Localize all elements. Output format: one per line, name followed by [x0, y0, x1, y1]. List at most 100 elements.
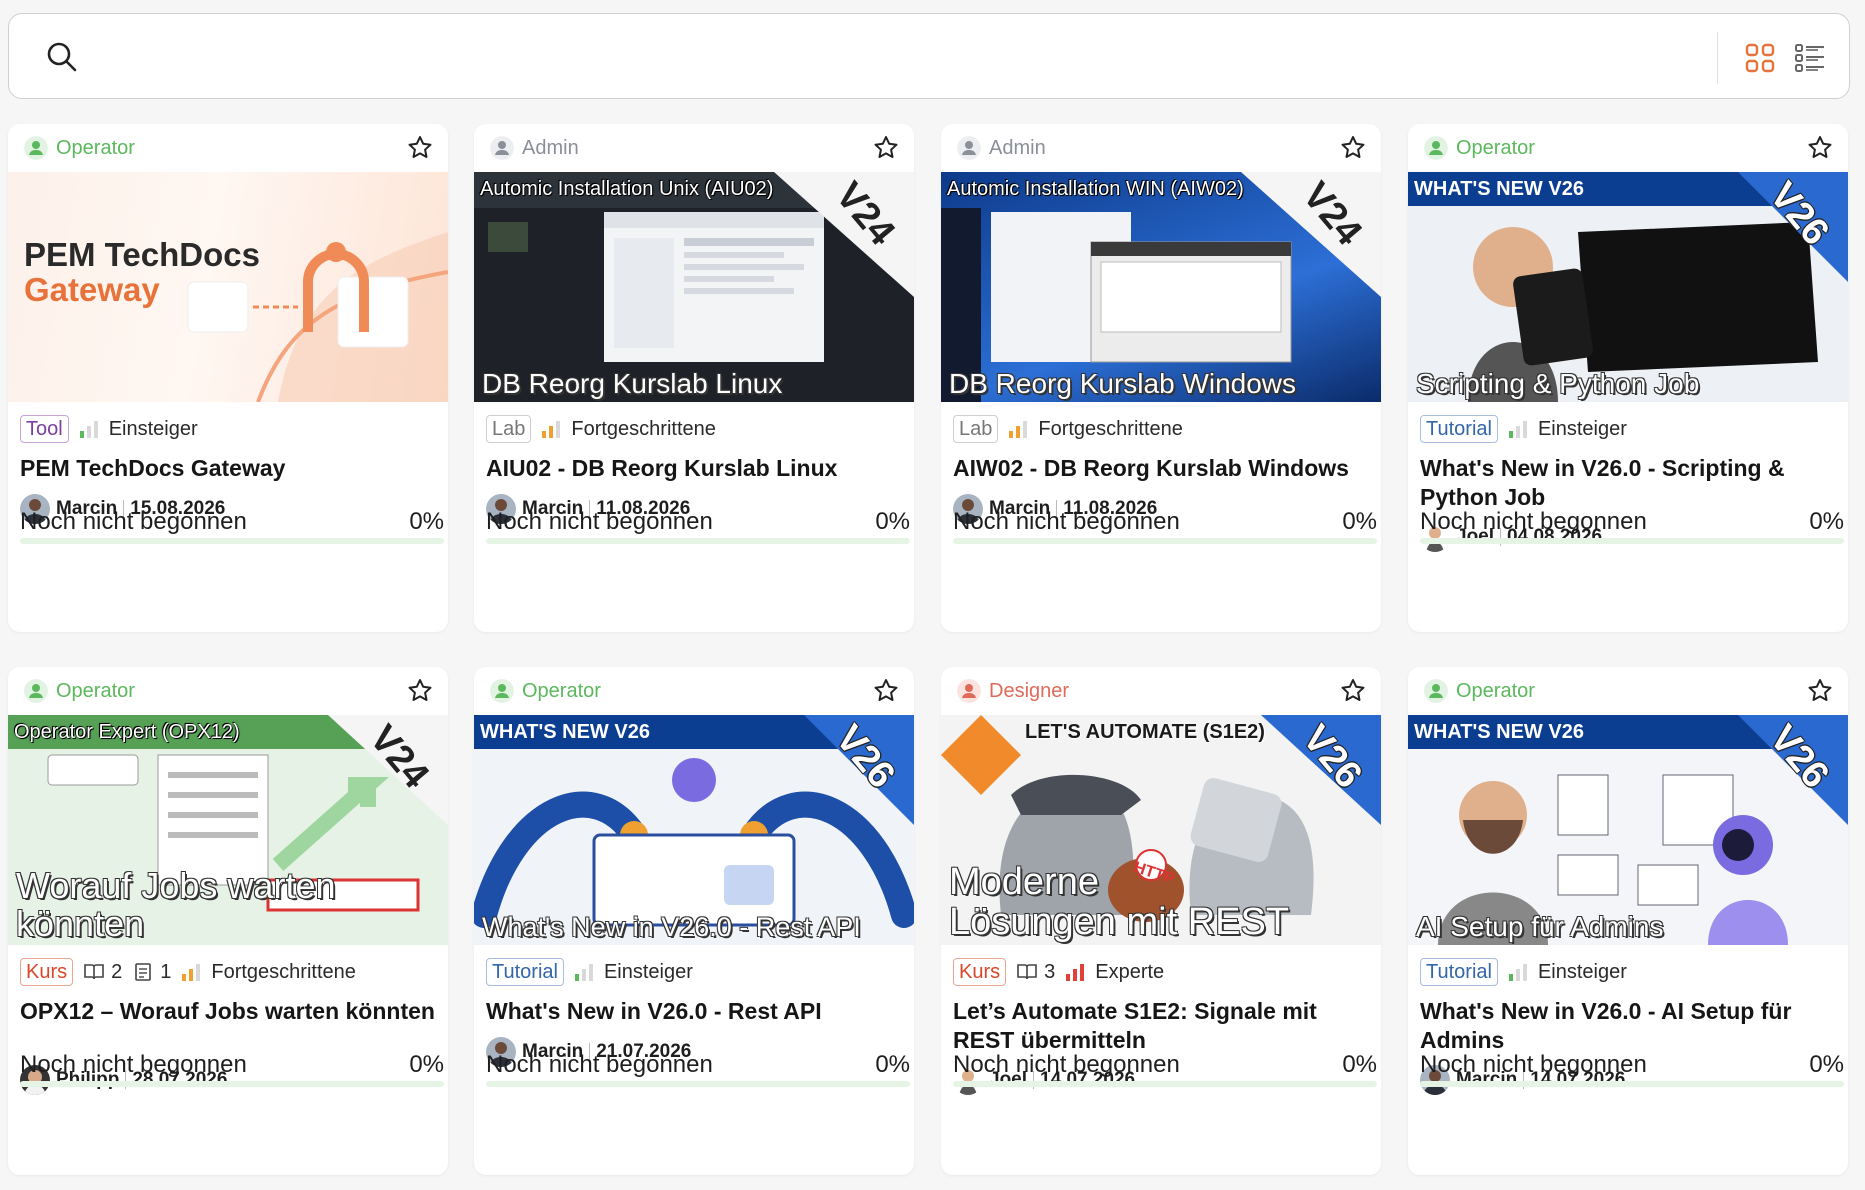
card-title[interactable]: What's New in V26.0 - Rest API	[486, 997, 906, 1026]
thumbnail-top-text: WHAT'S NEW V26	[1414, 178, 1584, 200]
favorite-star-icon[interactable]	[1339, 134, 1367, 162]
course-card[interactable]: Operator PEM TechDocs Gateway Tool Einst…	[8, 124, 448, 632]
thumbnail-top-text: WHAT'S NEW V26	[1414, 721, 1584, 743]
level-bars-icon	[1009, 421, 1028, 438]
card-title[interactable]: AIW02 - DB Reorg Kurslab Windows	[953, 454, 1373, 483]
level-bars-icon	[1508, 421, 1527, 438]
level-bars-icon	[1508, 964, 1527, 981]
progress-status: Noch nicht begonnen	[486, 1051, 713, 1078]
user-role-icon	[490, 679, 514, 703]
type-badge: Lab	[486, 415, 532, 443]
role-label: Admin	[522, 137, 579, 159]
thumbnail-top-text: LET'S AUTOMATE (S1E2)	[1025, 721, 1265, 743]
role-label: Operator	[522, 680, 601, 702]
level-bars-icon	[574, 964, 593, 981]
card-title[interactable]: PEM TechDocs Gateway	[20, 454, 440, 483]
card-meta: Lab Fortgeschrittene	[953, 414, 1183, 444]
user-role-icon	[1424, 136, 1448, 160]
card-meta: Tool Einsteiger	[20, 414, 198, 444]
thumbnail-bottom-text: Scripting & Python Job	[1416, 367, 1700, 399]
course-thumbnail[interactable]: WHAT'S NEW V26 V26 What's New in V26.0 -…	[474, 715, 914, 945]
favorite-star-icon[interactable]	[872, 677, 900, 705]
course-thumbnail[interactable]: Automic Installation Unix (AIU02) V24 DB…	[474, 172, 914, 402]
user-role-icon	[24, 136, 48, 160]
type-badge: Kurs	[953, 958, 1007, 986]
type-badge: Tool	[20, 415, 69, 443]
thumbnail-bottom-text: DB Reorg Kurslab Linux	[482, 367, 783, 399]
role-label: Admin	[989, 137, 1046, 159]
progress-percent: 0%	[409, 1051, 444, 1078]
course-card[interactable]: Operator Operator Expert (OPX12) V24 Wor…	[8, 667, 448, 1175]
level-label: Fortgeschrittene	[1038, 417, 1183, 440]
user-role-icon	[957, 679, 981, 703]
course-thumbnail[interactable]: Automic Installation WIN (AIW02) V24 DB …	[941, 172, 1381, 402]
progress-status: Noch nicht begonnen	[1420, 1051, 1647, 1078]
favorite-star-icon[interactable]	[1806, 134, 1834, 162]
course-card[interactable]: Designer LET'S AUTOMATE (S1E2) V26 HTTP …	[941, 667, 1381, 1175]
card-title[interactable]: AIU02 - DB Reorg Kurslab Linux	[486, 454, 906, 483]
card-title[interactable]: What's New in V26.0 - Scripting & Python…	[1420, 454, 1840, 512]
progress-bar	[953, 1081, 1377, 1087]
favorite-star-icon[interactable]	[1806, 677, 1834, 705]
favorite-star-icon[interactable]	[406, 134, 434, 162]
course-thumbnail[interactable]: Operator Expert (OPX12) V24 Worauf Jobs …	[8, 715, 448, 945]
user-role-icon	[1424, 679, 1448, 703]
card-meta: Tutorial Einsteiger	[1420, 414, 1627, 444]
type-badge: Tutorial	[1420, 415, 1498, 443]
role-label: Operator	[1456, 680, 1535, 702]
course-card[interactable]: Admin Automic Installation Unix (AIU02) …	[474, 124, 914, 632]
course-card[interactable]: Operator WHAT'S NEW V26 V26 AI Setup für…	[1408, 667, 1848, 1175]
thumbnail-title: PEM TechDocs Gateway	[24, 236, 260, 308]
card-header: Admin	[941, 124, 1381, 172]
course-thumbnail[interactable]: WHAT'S NEW V26 V26 AI Setup für Admins	[1408, 715, 1848, 945]
progress-percent: 0%	[875, 508, 910, 535]
card-header: Operator	[8, 667, 448, 715]
progress-bar	[1420, 538, 1844, 544]
favorite-star-icon[interactable]	[1339, 677, 1367, 705]
progress-bar	[953, 538, 1377, 544]
progress-percent: 0%	[1809, 1051, 1844, 1078]
card-meta: Tutorial Einsteiger	[1420, 957, 1627, 987]
course-card[interactable]: Operator WHAT'S NEW V26 V26 Scripting & …	[1408, 124, 1848, 632]
progress-row: Noch nicht begonnen 0%	[486, 1051, 910, 1079]
type-badge: Lab	[953, 415, 999, 443]
course-card[interactable]: Admin Automic Installation WIN (AIW02) V…	[941, 124, 1381, 632]
progress-row: Noch nicht begonnen 0%	[953, 508, 1377, 536]
book-icon	[84, 964, 104, 980]
course-thumbnail[interactable]: LET'S AUTOMATE (S1E2) V26 HTTP Moderne L…	[941, 715, 1381, 945]
favorite-star-icon[interactable]	[872, 134, 900, 162]
course-thumbnail[interactable]: PEM TechDocs Gateway	[8, 172, 448, 402]
progress-percent: 0%	[1809, 508, 1844, 535]
chapter-count: 2	[83, 961, 122, 984]
progress-status: Noch nicht begonnen	[20, 1051, 247, 1078]
course-card[interactable]: Operator WHAT'S NEW V26 V26 What's New i…	[474, 667, 914, 1175]
card-title[interactable]: What's New in V26.0 - AI Setup für Admin…	[1420, 997, 1840, 1055]
search-icon[interactable]	[45, 40, 79, 74]
card-meta: Kurs 2 1 Fortgeschrittene	[20, 957, 356, 987]
progress-status: Noch nicht begonnen	[953, 508, 1180, 535]
type-badge: Tutorial	[486, 958, 564, 986]
lesson-count: 1	[132, 961, 171, 984]
thumbnail-bottom-text: DB Reorg Kurslab Windows	[949, 367, 1297, 399]
card-title[interactable]: Let’s Automate S1E2: Signale mit REST üb…	[953, 997, 1373, 1055]
card-header: Admin	[474, 124, 914, 172]
grid-view-icon[interactable]	[1744, 42, 1776, 74]
type-badge: Tutorial	[1420, 958, 1498, 986]
card-meta: Tutorial Einsteiger	[486, 957, 693, 987]
progress-percent: 0%	[409, 508, 444, 535]
progress-status: Noch nicht begonnen	[20, 508, 247, 535]
thumbnail-top-text: Operator Expert (OPX12)	[14, 721, 240, 743]
list-view-icon[interactable]	[1794, 42, 1826, 74]
course-thumbnail[interactable]: WHAT'S NEW V26 V26 Scripting & Python Jo…	[1408, 172, 1848, 402]
book-icon	[1017, 964, 1037, 980]
card-meta: Lab Fortgeschrittene	[486, 414, 716, 444]
level-bars-icon	[182, 964, 201, 981]
progress-row: Noch nicht begonnen 0%	[953, 1051, 1377, 1079]
favorite-star-icon[interactable]	[406, 677, 434, 705]
card-header: Operator	[1408, 124, 1848, 172]
card-title[interactable]: OPX12 – Worauf Jobs warten könnten	[20, 997, 440, 1026]
thumbnail-top-text: Automic Installation WIN (AIW02)	[947, 178, 1244, 200]
progress-row: Noch nicht begonnen 0%	[1420, 508, 1844, 536]
level-bars-icon	[542, 421, 561, 438]
search-input[interactable]	[95, 36, 1695, 78]
